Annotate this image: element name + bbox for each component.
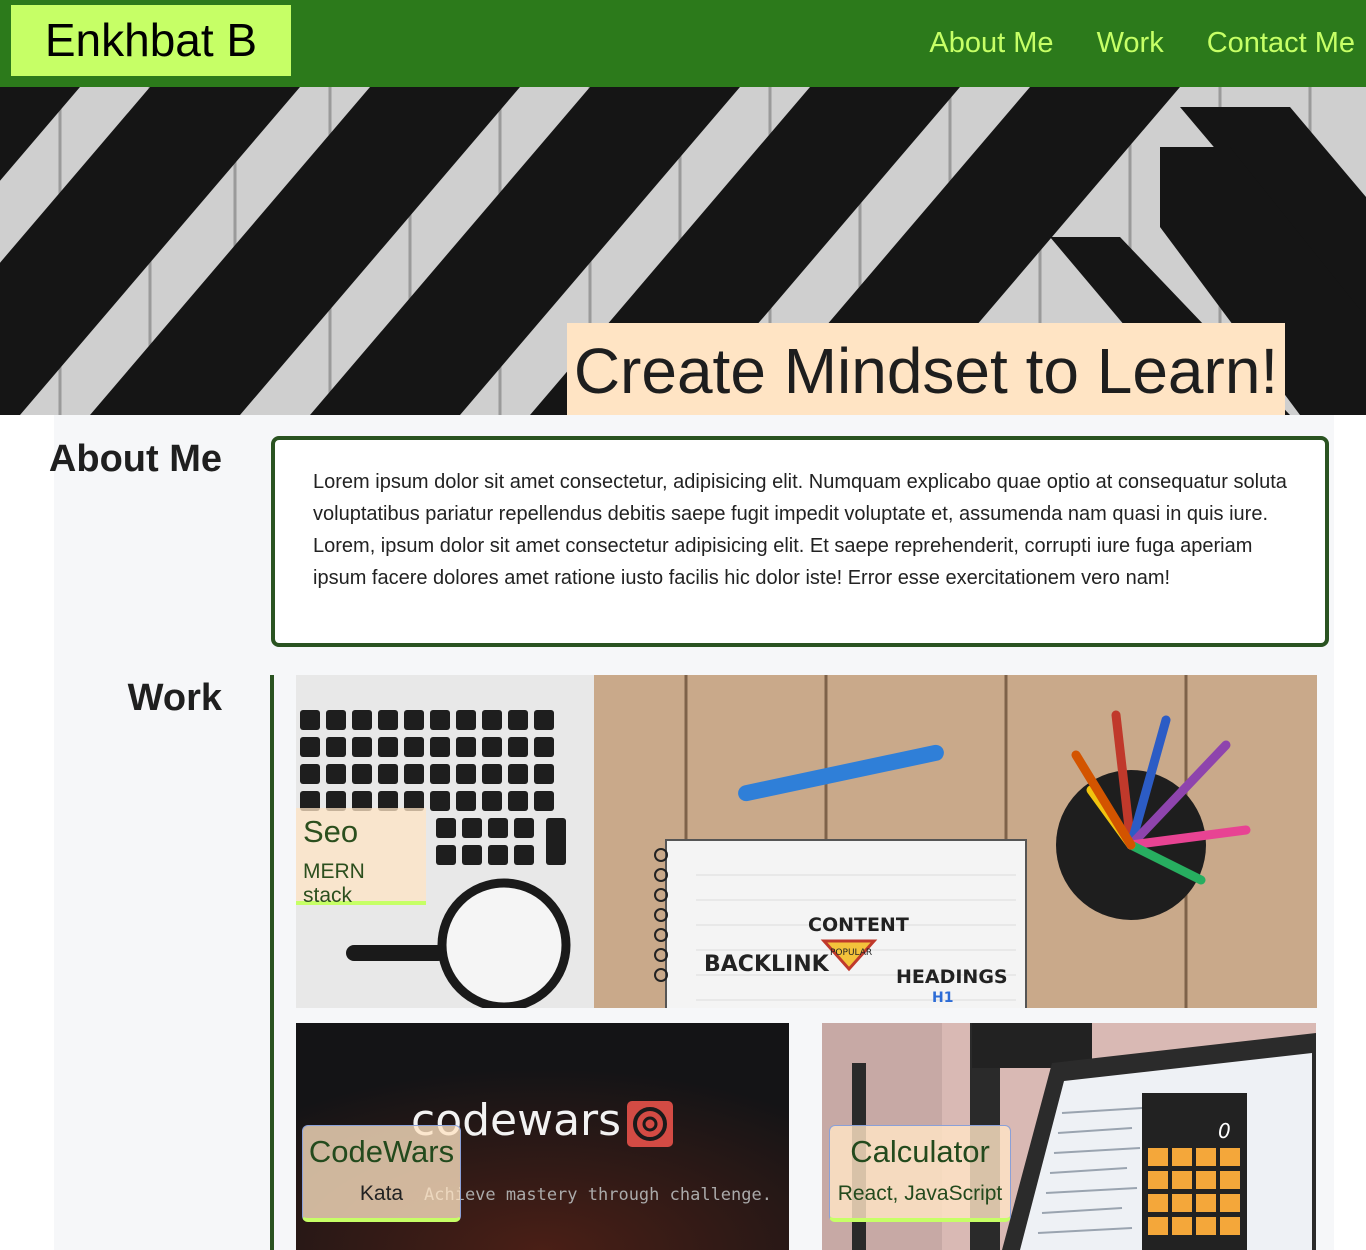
hero-title: Create Mindset to Learn!: [567, 323, 1285, 415]
project-card-calculator[interactable]: 0 Calculator React, JavaScript: [822, 1023, 1316, 1250]
seo-img-word-content: CONTENT: [808, 914, 909, 936]
project-card-seo[interactable]: CONTENT POPULAR BACKLINK HEADINGS H1 Seo…: [296, 675, 1317, 1008]
site-header: Enkhbat B About Me Work Contact Me: [0, 0, 1366, 87]
main-content: About Me Lorem ipsum dolor sit amet cons…: [49, 415, 1334, 1250]
project-subtitle-calculator: React, JavaScript: [837, 1182, 1003, 1205]
project-title-codewars: CodeWars: [308, 1134, 455, 1169]
brand-logo-link[interactable]: Enkhbat B: [11, 5, 291, 76]
project-label-calculator[interactable]: Calculator React, JavaScript: [829, 1125, 1011, 1222]
project-title-calculator: Calculator: [850, 1134, 990, 1169]
work-gallery: CONTENT POPULAR BACKLINK HEADINGS H1 Seo…: [270, 675, 1330, 1250]
seo-img-word-h1: H1: [932, 990, 953, 1006]
project-image-seo: CONTENT POPULAR BACKLINK HEADINGS H1: [296, 675, 1317, 1008]
about-heading: About Me: [48, 438, 222, 480]
seo-img-word-popular: POPULAR: [830, 948, 872, 958]
project-card-codewars[interactable]: codewars Achieve mastery through challen…: [296, 1023, 789, 1250]
work-heading: Work: [127, 677, 222, 719]
calculator-img-display: 0: [1218, 1119, 1231, 1143]
codewars-tagline: Achieve mastery through challenge.: [424, 1185, 772, 1205]
seo-img-word-backlink: BACKLINK: [704, 952, 830, 977]
nav-link-work[interactable]: Work: [1097, 27, 1164, 60]
seo-img-word-headings: HEADINGS: [896, 966, 1008, 988]
project-subtitle-codewars: Kata: [359, 1182, 404, 1205]
project-label-codewars[interactable]: CodeWars Kata: [302, 1125, 461, 1222]
nav-link-about[interactable]: About Me: [929, 27, 1053, 60]
about-text-box: Lorem ipsum dolor sit amet consectetur, …: [271, 436, 1329, 647]
project-label-seo[interactable]: Seo MERN stack: [296, 808, 426, 907]
main-nav: About Me Work Contact Me: [929, 0, 1355, 87]
project-subtitle-seo: MERN stack: [303, 860, 365, 907]
about-paragraph: Lorem ipsum dolor sit amet consectetur, …: [313, 471, 1287, 589]
nav-link-contact[interactable]: Contact Me: [1207, 27, 1355, 60]
hero-banner: Create Mindset to Learn!: [0, 87, 1366, 415]
project-title-seo: Seo: [303, 814, 359, 849]
